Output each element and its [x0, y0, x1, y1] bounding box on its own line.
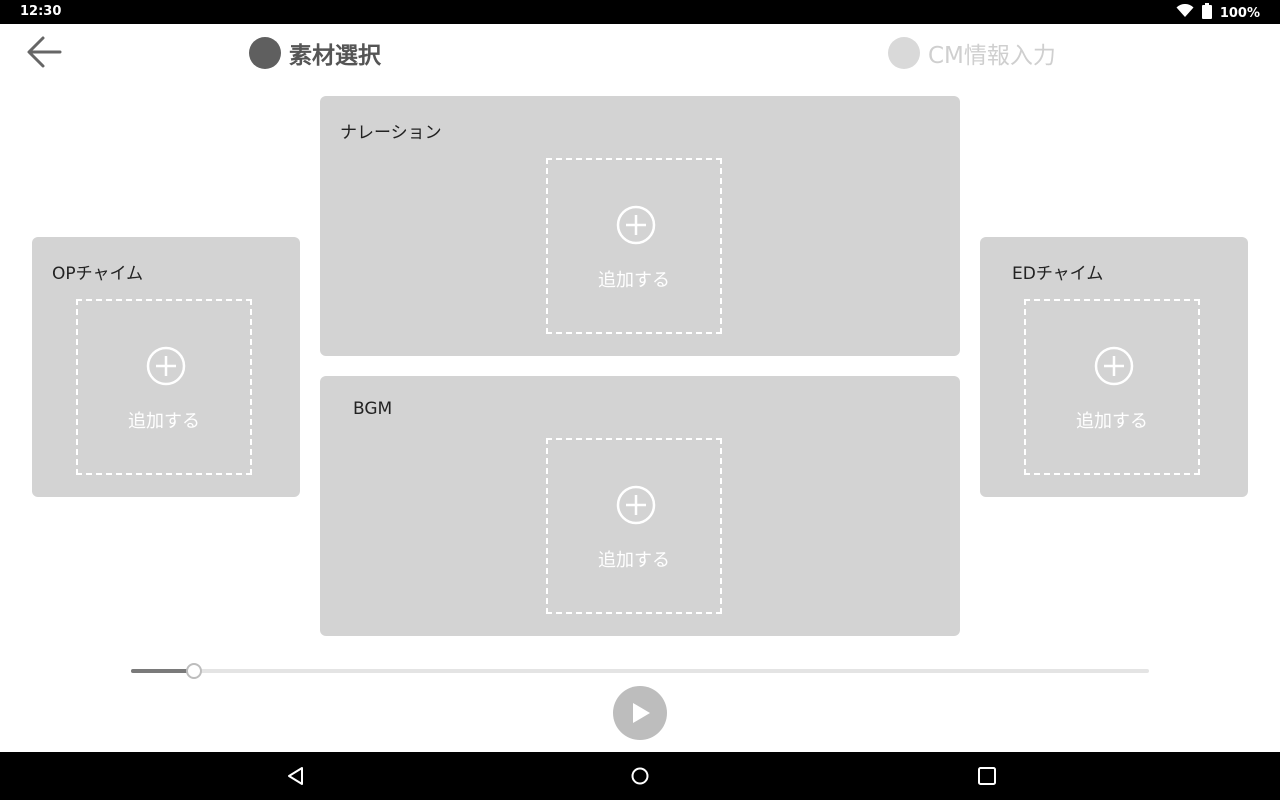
add-ed-chime-button[interactable]: 追加する — [1024, 299, 1200, 475]
back-button[interactable] — [24, 32, 64, 72]
nav-back-button[interactable] — [284, 764, 308, 788]
panel-title: OPチャイム — [52, 264, 144, 284]
panel-title: EDチャイム — [1012, 264, 1104, 284]
step-indicator-active — [249, 37, 281, 69]
add-narration-button[interactable]: 追加する — [546, 158, 722, 334]
battery-percent: 100% — [1219, 5, 1260, 21]
add-label: 追加する — [598, 270, 670, 291]
add-circle-icon — [616, 205, 656, 245]
nav-back-icon — [288, 767, 303, 785]
seek-thumb[interactable] — [186, 663, 203, 679]
navigation-bar — [0, 752, 1280, 800]
step-cm-info: CM情報入力 — [888, 36, 1056, 70]
status-bar: 12:30 100% — [0, 0, 1280, 24]
op-chime-panel: OPチャイム 追加する — [32, 237, 300, 497]
status-time: 12:30 — [20, 4, 62, 19]
nav-recents-icon — [978, 767, 996, 785]
step-select-material: 素材選択 — [249, 36, 381, 70]
add-op-chime-button[interactable]: 追加する — [76, 299, 252, 475]
add-circle-icon — [146, 346, 186, 386]
ed-chime-panel: EDチャイム 追加する — [980, 237, 1248, 497]
step-label: 素材選択 — [289, 43, 381, 69]
add-label: 追加する — [1076, 411, 1148, 432]
nav-home-button[interactable] — [628, 764, 652, 788]
status-icons: 100% — [1176, 3, 1260, 23]
bgm-panel: BGM 追加する — [320, 376, 960, 636]
play-icon — [633, 703, 650, 723]
step-label: CM情報入力 — [928, 43, 1056, 69]
panel-title: BGM — [353, 399, 393, 419]
add-label: 追加する — [128, 411, 200, 432]
narration-panel: ナレーション 追加する — [320, 96, 960, 356]
add-label: 追加する — [598, 550, 670, 571]
step-indicator-inactive — [888, 37, 920, 69]
add-bgm-button[interactable]: 追加する — [546, 438, 722, 614]
add-circle-icon — [616, 485, 656, 525]
wifi-icon — [1176, 3, 1194, 22]
nav-home-icon — [631, 767, 649, 785]
arrow-left-icon — [27, 36, 62, 68]
panel-title: ナレーション — [340, 123, 442, 143]
nav-recents-button[interactable] — [975, 764, 999, 788]
add-circle-icon — [1094, 346, 1134, 386]
seek-progress — [131, 669, 195, 673]
seek-bar[interactable] — [131, 663, 1149, 679]
play-button[interactable] — [613, 686, 667, 740]
battery-icon — [1201, 3, 1212, 23]
